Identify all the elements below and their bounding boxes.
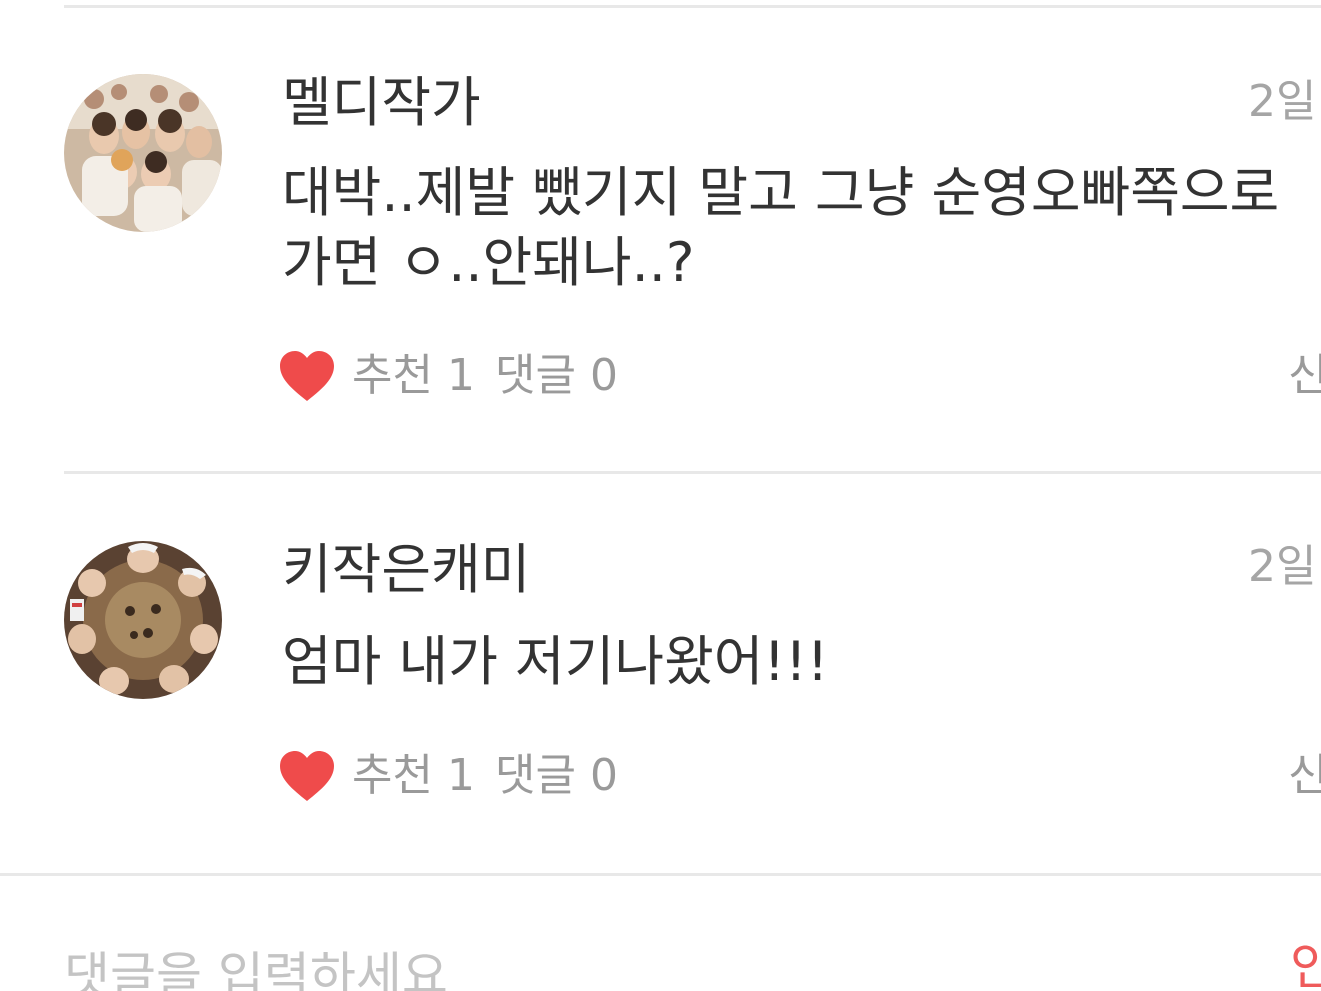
avatar-image — [64, 541, 222, 699]
reply-label[interactable]: 댓글 — [495, 354, 576, 398]
heart-icon[interactable] — [278, 749, 336, 803]
like-label[interactable]: 추천 — [352, 754, 433, 798]
comment-actions: 추천 1 댓글 0 — [278, 346, 632, 406]
reply-count: 0 — [589, 750, 618, 801]
report-button[interactable]: 신 — [1288, 754, 1321, 798]
comment-author[interactable]: 멜디작가 — [282, 76, 481, 130]
comment-text: 대박..제발 뺐기지 말고 그냥 순영오빠쪽으로 가면 ㅇ..안돼나..? — [282, 161, 1280, 294]
divider-middle — [64, 471, 1321, 474]
comment-input[interactable] — [64, 936, 1244, 991]
heart-icon[interactable] — [278, 349, 336, 403]
comment-page: 멜디작가 2일 대박..제발 뺐기지 말고 그냥 순영오빠쪽으로 가면 ㅇ..안… — [0, 0, 1321, 991]
reply-label[interactable]: 댓글 — [495, 754, 576, 798]
avatar[interactable] — [64, 74, 222, 232]
like-label[interactable]: 추천 — [352, 354, 433, 398]
report-button[interactable]: 신 — [1288, 354, 1321, 398]
avatar[interactable] — [64, 541, 222, 699]
reply-count: 0 — [589, 350, 618, 401]
comment-text: 엄마 내가 저기나왔어!!! — [282, 630, 829, 693]
like-count: 1 — [446, 750, 475, 801]
comment-time: 2일 — [1248, 76, 1317, 127]
submit-button[interactable]: 인 — [1290, 942, 1321, 991]
like-count: 1 — [446, 350, 475, 401]
avatar-image — [64, 74, 222, 232]
comment-time: 2일 — [1248, 541, 1317, 592]
comment-actions: 추천 1 댓글 0 — [278, 746, 632, 806]
divider-top — [64, 5, 1321, 8]
comment-input-bar: 인 — [0, 876, 1321, 991]
comment-author[interactable]: 키작은캐미 — [282, 543, 530, 597]
